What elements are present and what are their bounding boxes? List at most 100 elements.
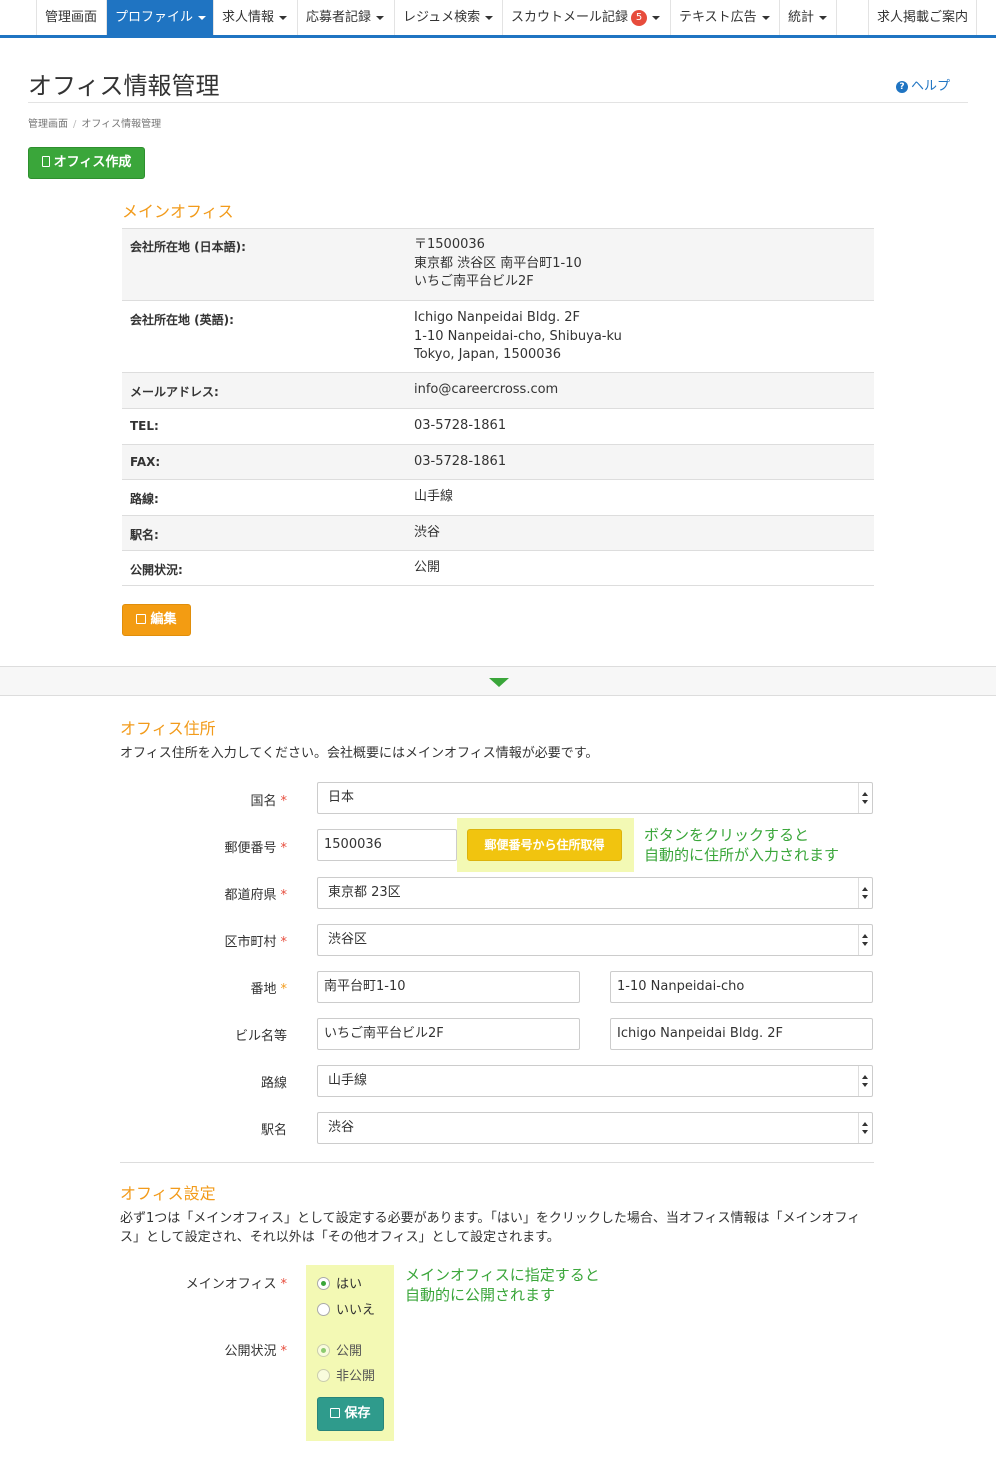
nav-item-text-ads[interactable]: テキスト広告: [670, 0, 778, 35]
option-label: 公開: [336, 1344, 363, 1359]
select-value: 渋谷区: [328, 932, 368, 947]
button-label: オフィス作成: [53, 155, 132, 170]
visibility-public-radio[interactable]: 公開: [317, 1340, 362, 1359]
nav-item-label: 統計: [788, 10, 815, 25]
note-line: 自動的に公開されます: [405, 1286, 556, 1304]
edit-icon: [136, 614, 147, 624]
postal-code-input[interactable]: 1500036: [317, 829, 457, 861]
row-key: 公開状況:: [130, 563, 183, 577]
row-value: 03-5728-1861: [414, 454, 507, 469]
document-icon: [41, 156, 50, 167]
table-row: メールアドレス: info@careercross.com: [122, 372, 874, 408]
row-value: 03-5728-1861: [414, 418, 507, 433]
building-en-input[interactable]: Ichigo Nanpeidai Bldg. 2F: [610, 1018, 873, 1050]
nav-item-label: レジュメ検索: [403, 10, 481, 25]
street-ja-input[interactable]: 南平台町1-10: [317, 971, 580, 1003]
nav-item-label: 求人情報: [222, 10, 275, 25]
breadcrumb-item-current: オフィス情報管理: [81, 119, 162, 130]
row-key: 駅名:: [130, 528, 159, 542]
label-text: 郵便番号: [224, 841, 277, 856]
nav-item-jobs[interactable]: 求人情報: [213, 0, 295, 35]
row-value: 公開: [414, 560, 441, 575]
main-office-title: メインオフィス: [122, 202, 234, 221]
row-key: 路線:: [130, 492, 159, 506]
station-label: 駅名: [260, 1123, 287, 1138]
breadcrumb-separator: /: [73, 119, 77, 130]
row-value: 渋谷: [414, 525, 441, 540]
section-divider: [0, 666, 996, 696]
page-title: オフィス情報管理: [28, 72, 220, 100]
prefecture-label: 都道府県 *: [117, 884, 287, 903]
required-mark: *: [280, 982, 288, 997]
required-mark: *: [280, 888, 288, 903]
required-mark: *: [280, 1277, 288, 1292]
option-label: はい: [336, 1277, 363, 1292]
caret-down-icon: [485, 15, 494, 20]
top-navigation: 管理画面 プロファイル 求人情報 応募者記録 レジュメ検索 スカウトメール記録 5…: [0, 0, 996, 38]
value-line: 〒1500036: [414, 237, 485, 252]
option-label: 非公開: [336, 1369, 376, 1384]
value-line: Ichigo Nanpeidai Bldg. 2F: [414, 310, 580, 325]
label-text: 都道府県: [224, 888, 277, 903]
edit-button[interactable]: 編集: [122, 604, 191, 636]
row-value: Ichigo Nanpeidai Bldg. 2F 1-10 Nanpeidai…: [414, 309, 622, 365]
row-key: TEL:: [130, 419, 159, 433]
create-office-button[interactable]: オフィス作成: [28, 147, 145, 179]
nav-item-label: スカウトメール記録: [511, 10, 629, 25]
table-row: 路線: 山手線: [122, 479, 874, 515]
nav-item-scout-mail[interactable]: スカウトメール記録 5: [502, 0, 668, 35]
note-line: 自動的に住所が入力されます: [644, 846, 840, 864]
building-ja-input[interactable]: いちご南平台ビル2F: [317, 1018, 580, 1050]
main-office-yes-radio[interactable]: はい: [317, 1273, 362, 1292]
breadcrumb: 管理画面 / オフィス情報管理: [28, 115, 161, 130]
help-link[interactable]: ? ヘルプ: [896, 75, 950, 94]
nav-item-label: 求人掲載ご案内: [877, 10, 969, 25]
row-value: info@careercross.com: [414, 382, 559, 397]
table-row: 会社所在地 (英語): Ichigo Nanpeidai Bldg. 2F 1-…: [122, 300, 874, 372]
main-office-table: 会社所在地 (日本語): 〒1500036 東京都 渋谷区 南平台町1-10 い…: [122, 228, 874, 586]
breadcrumb-item-dashboard[interactable]: 管理画面: [28, 119, 68, 130]
lookup-address-button[interactable]: 郵便番号から住所取得: [467, 829, 622, 861]
nav-item-label: 管理画面: [45, 10, 98, 25]
note-line: メインオフィスに指定すると: [405, 1266, 600, 1284]
nav-item-resume-search[interactable]: レジュメ検索: [394, 0, 501, 35]
line-select[interactable]: 山手線: [317, 1065, 873, 1097]
visibility-private-radio[interactable]: 非公開: [317, 1365, 375, 1384]
nav-item-posting-info[interactable]: 求人掲載ご案内: [868, 0, 978, 35]
office-settings-description: 必ず1つは「メインオフィス」として設定する必要があります。「はい」をクリックした…: [120, 1209, 880, 1247]
question-icon: ?: [896, 80, 908, 93]
button-label: 編集: [150, 612, 177, 627]
radio-empty-icon: [317, 1303, 330, 1316]
city-select[interactable]: 渋谷区: [317, 924, 873, 956]
table-row: FAX: 03-5728-1861: [122, 444, 874, 479]
city-label: 区市町村 *: [117, 931, 287, 950]
select-arrows-icon: [858, 1066, 872, 1096]
radio-checked-icon: [317, 1277, 330, 1290]
label-text: 国名: [250, 794, 277, 809]
label-text: 区市町村: [224, 935, 277, 950]
office-address-description: オフィス住所を入力してください。会社概要にはメインオフィス情報が必要です。: [120, 746, 599, 761]
select-arrows-icon: [858, 878, 872, 908]
row-value: 〒1500036 東京都 渋谷区 南平台町1-10 いちご南平台ビル2F: [414, 236, 582, 292]
select-arrows-icon: [858, 783, 872, 813]
country-select[interactable]: 日本: [317, 782, 873, 814]
caret-down-icon: [819, 15, 828, 20]
select-value: 渋谷: [328, 1120, 355, 1135]
save-button[interactable]: 保存: [317, 1397, 384, 1431]
value-line: 東京都 渋谷区 南平台町1-10: [414, 255, 582, 271]
table-row: 会社所在地 (日本語): 〒1500036 東京都 渋谷区 南平台町1-10 い…: [122, 228, 874, 300]
row-key: メールアドレス:: [130, 385, 219, 399]
table-row: 公開状況: 公開: [122, 550, 874, 586]
down-arrow-icon: [489, 678, 509, 687]
required-mark: *: [280, 935, 288, 950]
station-select[interactable]: 渋谷: [317, 1112, 873, 1144]
nav-item-statistics[interactable]: 統計: [779, 0, 835, 35]
main-office-no-radio[interactable]: いいえ: [317, 1299, 375, 1318]
nav-item-applicants[interactable]: 応募者記録: [297, 0, 392, 35]
prefecture-select[interactable]: 東京都 23区: [317, 877, 873, 909]
nav-item-profile[interactable]: プロファイル: [106, 0, 215, 35]
nav-item-dashboard[interactable]: 管理画面: [36, 0, 105, 35]
street-en-input[interactable]: 1-10 Nanpeidai-cho: [610, 971, 873, 1003]
note-line: ボタンをクリックすると: [644, 826, 810, 844]
nav-item-label: テキスト広告: [679, 10, 757, 25]
